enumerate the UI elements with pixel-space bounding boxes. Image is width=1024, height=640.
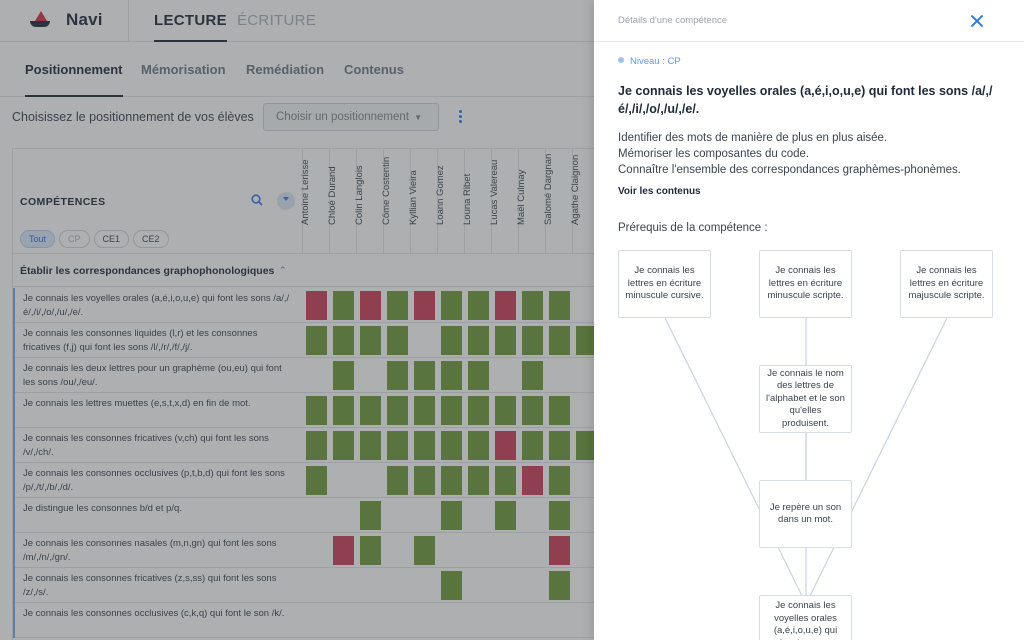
description-line: Identifier des mots de manière de plus e… xyxy=(618,132,888,144)
competence-details-panel: Détails d'une compétence Niveau : CP Je … xyxy=(594,0,1024,640)
prereq-node[interactable]: Je connais les voyelles orales (a,é,i,o,… xyxy=(759,595,852,640)
competence-title: Je connais les voyelles orales (a,é,i,o,… xyxy=(618,84,993,116)
competence-description: Identifier des mots de manière de plus e… xyxy=(618,130,998,178)
prereq-node[interactable]: Je connais les lettres en écriture majus… xyxy=(900,250,993,318)
panel-header: Détails d'une compétence xyxy=(594,0,1024,42)
level-text: Niveau : CP xyxy=(630,56,681,67)
prereq-node[interactable]: Je connais les lettres en écriture minus… xyxy=(618,250,711,318)
prereq-node[interactable]: Je repère un son dans un mot. xyxy=(759,480,852,548)
modal-backdrop[interactable] xyxy=(0,0,594,640)
close-icon[interactable] xyxy=(968,12,986,30)
prereq-node[interactable]: Je connais les lettres en écriture minus… xyxy=(759,250,852,318)
description-line: Mémoriser les composantes du code. xyxy=(618,148,810,160)
level-dot xyxy=(618,57,624,63)
panel-title: Détails d'une compétence xyxy=(618,15,728,26)
prerequisite-tree: Je connais les lettres en écriture minus… xyxy=(594,240,1024,640)
prereq-node[interactable]: Je connais le nom des lettres de l'alpha… xyxy=(759,365,852,433)
see-content-link[interactable]: Voir les contenus xyxy=(618,186,701,197)
level-badge: Niveau : CP xyxy=(618,56,681,67)
prereq-title: Prérequis de la compétence : xyxy=(618,222,768,234)
description-line: Connaître l'ensemble des correspondances… xyxy=(618,164,961,176)
